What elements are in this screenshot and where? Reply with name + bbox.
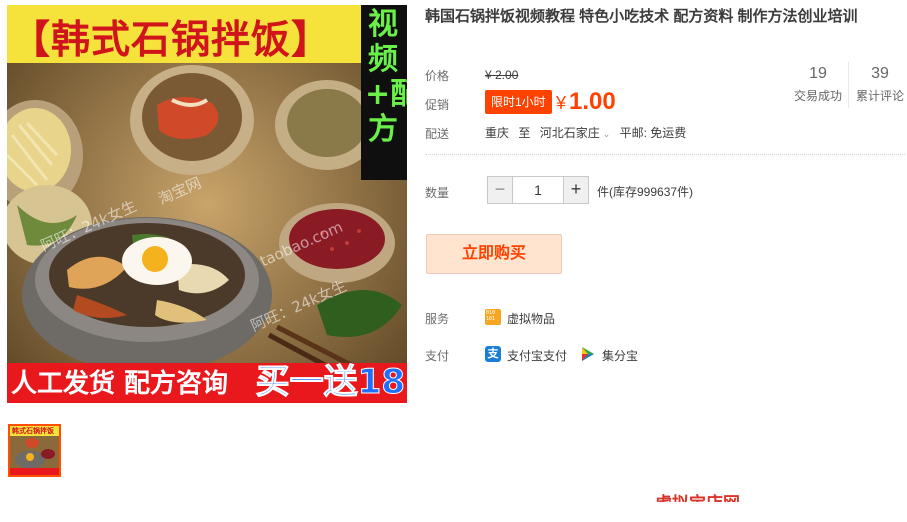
stock-info: 件(库存999637件) (597, 185, 694, 199)
quantity-stepper: − 1 + (487, 176, 589, 204)
promo-currency: ¥ (556, 93, 567, 113)
quantity-increase-button[interactable]: + (563, 176, 589, 204)
alipay-icon: 支 (485, 346, 501, 362)
payment-alipay: 支付宝支付 (507, 349, 568, 363)
product-title: 韩国石锅拌饭视频教程 特色小吃技术 配方资料 制作方法创业培训 (425, 8, 858, 25)
payment-label: 支付 (425, 349, 450, 363)
sales-label: 交易成功 (793, 89, 842, 103)
quantity-label: 数量 (425, 186, 450, 200)
delivery-info: 重庆 至 河北石家庄 ⌄ 平邮: 免运费 (485, 124, 686, 141)
footer-partial-text: 虚拟宝店网 (655, 493, 740, 502)
quantity-decrease-button[interactable]: − (487, 176, 513, 204)
section-divider (425, 154, 905, 155)
image-bottom-text: 人工发货 配方咨询 (11, 369, 229, 399)
payment-jifenbao: 集分宝 (602, 349, 639, 363)
delivery-to-word: 至 (518, 126, 531, 140)
original-price: ¥ 2.00 (485, 68, 519, 82)
image-side-text: 视频+配方 (365, 7, 407, 147)
product-main-image[interactable]: 【韩式石锅拌饭】 视频+配方 阿旺：24k女生 淘宝网 阿旺：24k女生 tao… (7, 5, 407, 403)
price-label: 价格 (425, 69, 450, 83)
delivery-shipping: 平邮: 免运费 (619, 126, 687, 140)
image-bottom-offer: 买一送18 (255, 362, 405, 403)
chevron-down-icon[interactable]: ⌄ (603, 129, 611, 139)
delivery-origin: 重庆 (485, 126, 510, 140)
reviews-label: 累计评论 (855, 89, 904, 103)
service-item: 虚拟物品 (507, 312, 556, 326)
delivery-destination-select[interactable]: 河北石家庄 (540, 126, 600, 140)
thumbnail-bottom-banner (10, 468, 59, 475)
service-label: 服务 (425, 312, 450, 326)
image-banner-title: 【韩式石锅拌饭】 (11, 18, 332, 63)
virtual-goods-icon: 010 101 (485, 309, 501, 325)
thumbnail-banner-title: 韩式石锅拌饭 (12, 428, 54, 435)
stats-divider (848, 62, 849, 108)
thumbnail-top-banner: 韩式石锅拌饭 (10, 426, 59, 436)
buy-now-button[interactable]: 立即购买 (426, 234, 562, 274)
promo-price: ¥1.00 (556, 88, 616, 116)
image-side-band: 视频+配方 (361, 5, 407, 180)
jifenbao-icon (582, 347, 594, 361)
reviews-count: 39 (871, 65, 889, 82)
delivery-label: 配送 (425, 127, 450, 141)
promo-badge: 限时1小时 (485, 90, 552, 114)
quantity-input[interactable]: 1 (513, 176, 563, 204)
image-top-banner: 【韩式石锅拌饭】 (7, 5, 363, 63)
product-thumbnail[interactable]: 韩式石锅拌饭 (8, 424, 61, 477)
reviews-stat[interactable]: 39 累计评论 (851, 62, 907, 106)
image-bottom-banner: 人工发货 配方咨询 买一送18 (7, 362, 407, 403)
sales-stat[interactable]: 19 交易成功 (789, 62, 847, 106)
promo-label: 促销 (425, 98, 450, 112)
sales-count: 19 (809, 65, 827, 82)
promo-price-value: 1.00 (569, 88, 616, 115)
